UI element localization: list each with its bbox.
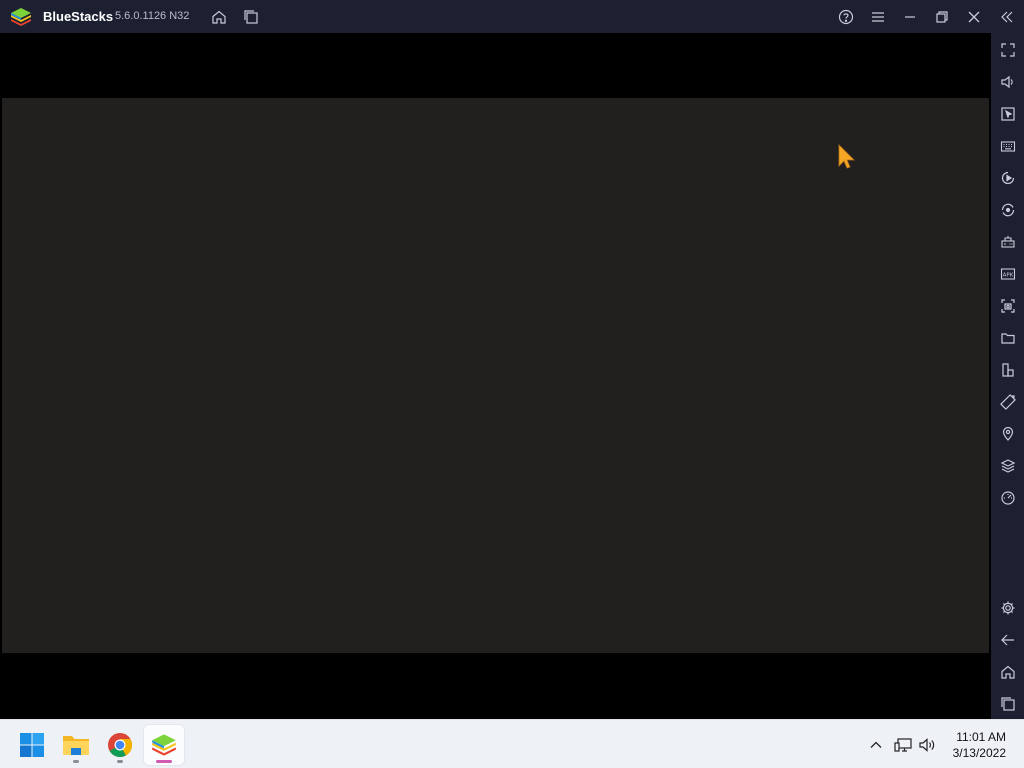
fullscreen-icon[interactable] (997, 39, 1018, 60)
active-indicator (156, 760, 172, 763)
title-bar: BlueStacks 5.6.0.1126 N32 (0, 0, 1024, 33)
android-screen[interactable] (2, 98, 989, 653)
recent-apps-icon[interactable] (997, 693, 1018, 714)
settings-icon[interactable] (997, 597, 1018, 618)
keyboard-icon[interactable] (997, 135, 1018, 156)
chrome-icon[interactable] (100, 725, 140, 765)
speaker-icon[interactable] (918, 735, 938, 755)
bluestacks-icon[interactable] (144, 725, 184, 765)
screenshot-icon[interactable] (997, 295, 1018, 316)
home-icon[interactable] (209, 7, 229, 27)
sync-icon[interactable] (997, 199, 1018, 220)
network-icon[interactable] (893, 735, 913, 755)
restore-icon[interactable] (932, 7, 952, 27)
bluestacks-logo-icon (11, 8, 31, 26)
start-icon[interactable] (12, 725, 52, 765)
minimize-icon[interactable] (900, 7, 920, 27)
pointer-icon[interactable] (997, 103, 1018, 124)
svg-text:APK: APK (1002, 272, 1013, 278)
app-title: BlueStacks (43, 9, 114, 24)
clock-date: 3/13/2022 (952, 746, 1006, 760)
right-sidebar: APK (991, 33, 1024, 719)
macro-record-icon[interactable] (997, 167, 1018, 188)
clock-time: 11:01 AM (956, 730, 1006, 744)
file-explorer-icon[interactable] (56, 725, 96, 765)
taskbar: 11:01 AM 3/13/2022 (0, 719, 1024, 768)
multi-instance-manager-icon[interactable] (997, 359, 1018, 380)
close-icon[interactable] (964, 7, 984, 27)
rotate-icon[interactable] (997, 391, 1018, 412)
running-indicator (73, 760, 79, 763)
running-indicator (117, 760, 123, 763)
system-clock[interactable]: 11:01 AM 3/13/2022 (953, 729, 1006, 761)
location-icon[interactable] (997, 423, 1018, 444)
performance-icon[interactable] (997, 487, 1018, 508)
volume-icon[interactable] (997, 71, 1018, 92)
help-icon[interactable] (836, 7, 856, 27)
layers-icon[interactable] (997, 455, 1018, 476)
game-controls-icon[interactable] (997, 231, 1018, 252)
emulator-display[interactable] (0, 33, 991, 719)
show-hidden-icons-icon[interactable] (866, 735, 886, 755)
back-icon[interactable] (997, 629, 1018, 650)
android-home-icon[interactable] (997, 661, 1018, 682)
menu-icon[interactable] (868, 7, 888, 27)
app-version: 5.6.0.1126 N32 (115, 10, 190, 22)
folder-icon[interactable] (997, 327, 1018, 348)
mouse-cursor-icon (838, 144, 855, 169)
install-apk-icon[interactable]: APK (997, 263, 1018, 284)
multi-instance-icon[interactable] (241, 7, 261, 27)
collapse-sidebar-icon[interactable] (997, 7, 1017, 27)
